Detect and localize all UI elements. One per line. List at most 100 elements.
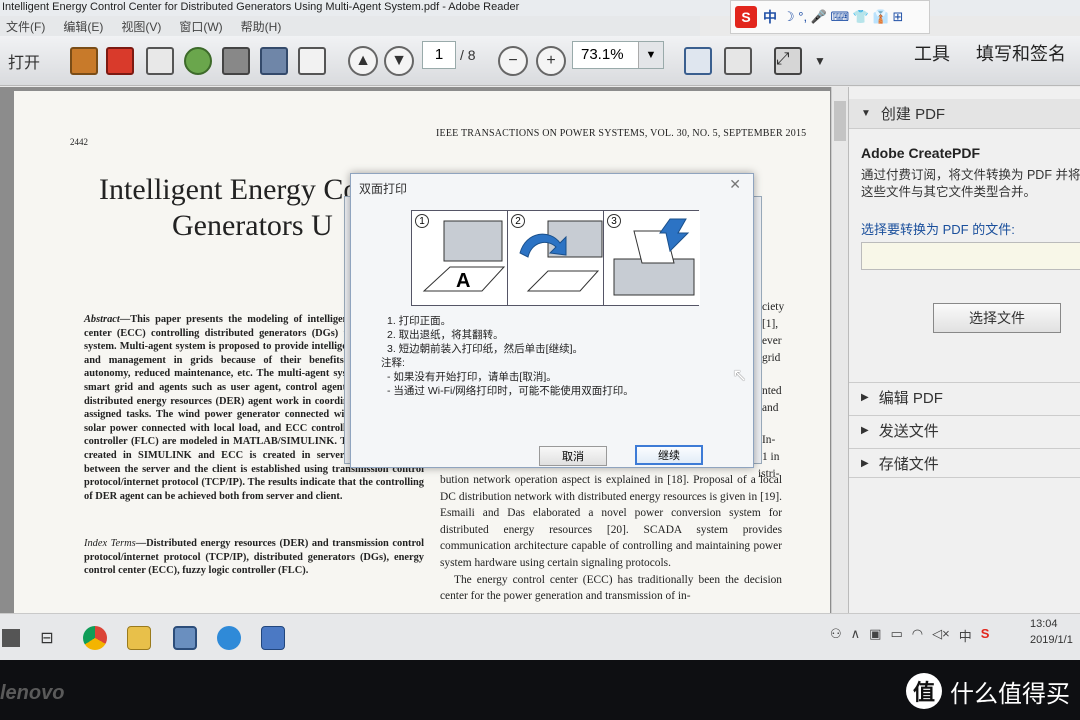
- right-fragment: grid: [762, 352, 781, 364]
- menu-window[interactable]: 窗口(W): [179, 18, 222, 35]
- taskbar: ⊟ ⚇ ∧ ▣ ▭ ◠ ◁× 中 S 13:04 2019/1/1: [0, 613, 1080, 660]
- task-view-icon[interactable]: ⊟: [30, 622, 64, 654]
- menu-view[interactable]: 视图(V): [121, 18, 161, 35]
- ime-tray[interactable]: 中: [959, 626, 972, 645]
- product-title: Adobe CreatePDF: [861, 145, 981, 161]
- volume-icon[interactable]: ◁×: [932, 626, 950, 645]
- zoom-out-icon[interactable]: −: [498, 46, 528, 76]
- step2-panel: 2: [508, 211, 604, 305]
- step-3: 3. 短边朝前装入打印纸，然后单击[继续]。: [387, 343, 584, 355]
- menu-help[interactable]: 帮助(H): [241, 18, 282, 35]
- zoom-dropdown-icon[interactable]: ▼: [638, 42, 663, 68]
- window-icon[interactable]: [168, 622, 202, 654]
- clock-time: 13:04: [1030, 618, 1058, 630]
- ime-mode[interactable]: 中: [763, 7, 777, 27]
- duplex-print-dialog: 双面打印 ✕ 1 A 2 3 1. 打印正面。 2. 取出退纸，将其翻转。 3.…: [350, 173, 754, 468]
- wifi-icon[interactable]: ◠: [912, 626, 923, 645]
- fullscreen-icon[interactable]: ⤢: [774, 46, 802, 76]
- next-page-icon[interactable]: ▼: [384, 46, 414, 76]
- expand-right-icon: ▶: [861, 425, 869, 436]
- close-icon[interactable]: ✕: [729, 176, 741, 193]
- duplex-illustration: 1 A 2 3: [411, 210, 700, 306]
- step-1: 1. 打印正面。: [387, 315, 452, 327]
- sogou-logo-icon: S: [735, 6, 757, 28]
- chrome-icon[interactable]: [78, 622, 112, 654]
- paragraph: bution network operation aspect is expla…: [440, 474, 782, 569]
- store-file-section[interactable]: ▶ 存储文件: [849, 448, 1080, 478]
- system-tray: ⚇ ∧ ▣ ▭ ◠ ◁× 中 S: [830, 626, 989, 645]
- select-file-label: 选择要转换为 PDF 的文件:: [861, 222, 1015, 237]
- expand-down-icon: ▼: [861, 108, 871, 119]
- step1-panel: 1 A: [412, 211, 508, 305]
- vertical-scrollbar[interactable]: [831, 87, 848, 613]
- page-number-input[interactable]: 1: [422, 41, 456, 69]
- file-field[interactable]: [861, 242, 1080, 270]
- prev-page-icon[interactable]: ▲: [348, 46, 378, 76]
- right-fragment: [1],: [762, 318, 779, 330]
- expand-right-icon: ▶: [861, 392, 869, 403]
- tools-pane: ▼ 创建 PDF Adobe CreatePDF 通过付费订阅，将文件转换为 P…: [848, 87, 1080, 613]
- product-description: 通过付费订阅，将文件转换为 PDF 并将这些文件与其它文件类型合并。: [861, 168, 1080, 199]
- show-hidden-icon[interactable]: ∧: [851, 626, 861, 645]
- journal-header: IEEE TRANSACTIONS ON POWER SYSTEMS, VOL.…: [436, 128, 807, 139]
- store-file-header: 存储文件: [878, 455, 939, 473]
- right-fragment: ever: [762, 335, 782, 347]
- cancel-button[interactable]: 取消: [539, 446, 607, 466]
- email-icon[interactable]: [298, 46, 326, 76]
- send-file-section[interactable]: ▶ 发送文件: [849, 415, 1080, 445]
- zoom-in-icon[interactable]: +: [536, 46, 566, 76]
- paragraph: The energy control center (ECC) has trad…: [440, 573, 782, 603]
- browser-icon[interactable]: [212, 622, 246, 654]
- step3-panel: 3: [604, 211, 700, 305]
- battery-icon[interactable]: ▭: [890, 626, 902, 645]
- right-fragment: and: [762, 402, 779, 414]
- save-icon[interactable]: [222, 46, 250, 76]
- clock[interactable]: 13:04 2019/1/1: [1030, 616, 1080, 648]
- index-terms-text: —Distributed energy resources (DER) and …: [84, 538, 424, 577]
- edit-pdf-header: 编辑 PDF: [878, 390, 943, 407]
- select-file-button[interactable]: 选择文件: [933, 303, 1061, 333]
- create-pdf-icon[interactable]: [70, 46, 98, 76]
- ime-symbols[interactable]: ☽ °, 🎤 ⌨ 👕 👔 ⊞: [783, 9, 903, 25]
- page-number-label: 2442: [70, 137, 88, 147]
- right-column-text: bution network operation aspect is expla…: [440, 472, 782, 605]
- sogou-tray-icon[interactable]: S: [981, 626, 990, 645]
- scroll-thumb[interactable]: [834, 101, 846, 141]
- file-explorer-icon[interactable]: [122, 622, 156, 654]
- menu-file[interactable]: 文件(F): [6, 18, 45, 35]
- edit-icon[interactable]: [146, 46, 174, 76]
- mouse-cursor-icon: ↖: [732, 365, 748, 385]
- network-app-icon[interactable]: [256, 622, 290, 654]
- step-number: 2: [511, 214, 525, 228]
- ime-toolbar[interactable]: S 中 ☽ °, 🎤 ⌨ 👕 👔 ⊞: [730, 0, 930, 34]
- menu-edit[interactable]: 编辑(E): [63, 18, 103, 35]
- step-number: 1: [415, 214, 429, 228]
- fit-page-icon[interactable]: [684, 46, 712, 76]
- open-button[interactable]: 打开: [8, 46, 40, 76]
- watermark-badge: 值: [906, 673, 942, 709]
- continue-button[interactable]: 继续: [635, 445, 703, 465]
- note-2: - 当通过 Wi-Fi/网络打印时，可能不能使用双面打印。: [387, 385, 634, 397]
- tools-tab[interactable]: 工具: [914, 40, 950, 66]
- lenovo-logo: lenovo: [0, 682, 65, 704]
- step-2: 2. 取出退纸，将其翻转。: [387, 329, 504, 341]
- more-tools-icon[interactable]: ▼: [814, 46, 826, 76]
- printer-tray-icon[interactable]: ▣: [869, 626, 881, 645]
- combine-icon[interactable]: [106, 46, 134, 76]
- clock-date: 2019/1/1: [1030, 634, 1073, 646]
- people-icon[interactable]: ⚇: [830, 626, 842, 645]
- upload-cloud-icon[interactable]: [184, 46, 212, 76]
- fill-sign-tab[interactable]: 填写和签名: [976, 40, 1066, 66]
- rotate-icon[interactable]: [724, 46, 752, 76]
- print-icon[interactable]: [260, 46, 288, 76]
- index-terms-label: Index Terms: [84, 538, 136, 549]
- edit-pdf-section[interactable]: ▶ 编辑 PDF: [849, 382, 1080, 412]
- instructions: 1. 打印正面。 2. 取出退纸，将其翻转。 3. 短边朝前装入打印纸，然后单击…: [381, 314, 634, 398]
- right-fragment: 1 in: [762, 451, 780, 463]
- menu-bar: 文件(F) 编辑(E) 视图(V) 窗口(W) 帮助(H): [0, 16, 700, 36]
- right-fragment: nted: [762, 385, 782, 397]
- start-icon[interactable]: [0, 622, 28, 654]
- screen: Intelligent Energy Control Center for Di…: [0, 0, 1080, 660]
- create-pdf-section[interactable]: ▼ 创建 PDF: [849, 99, 1080, 129]
- note-1: - 如果没有开始打印，请单击[取消]。: [387, 371, 557, 383]
